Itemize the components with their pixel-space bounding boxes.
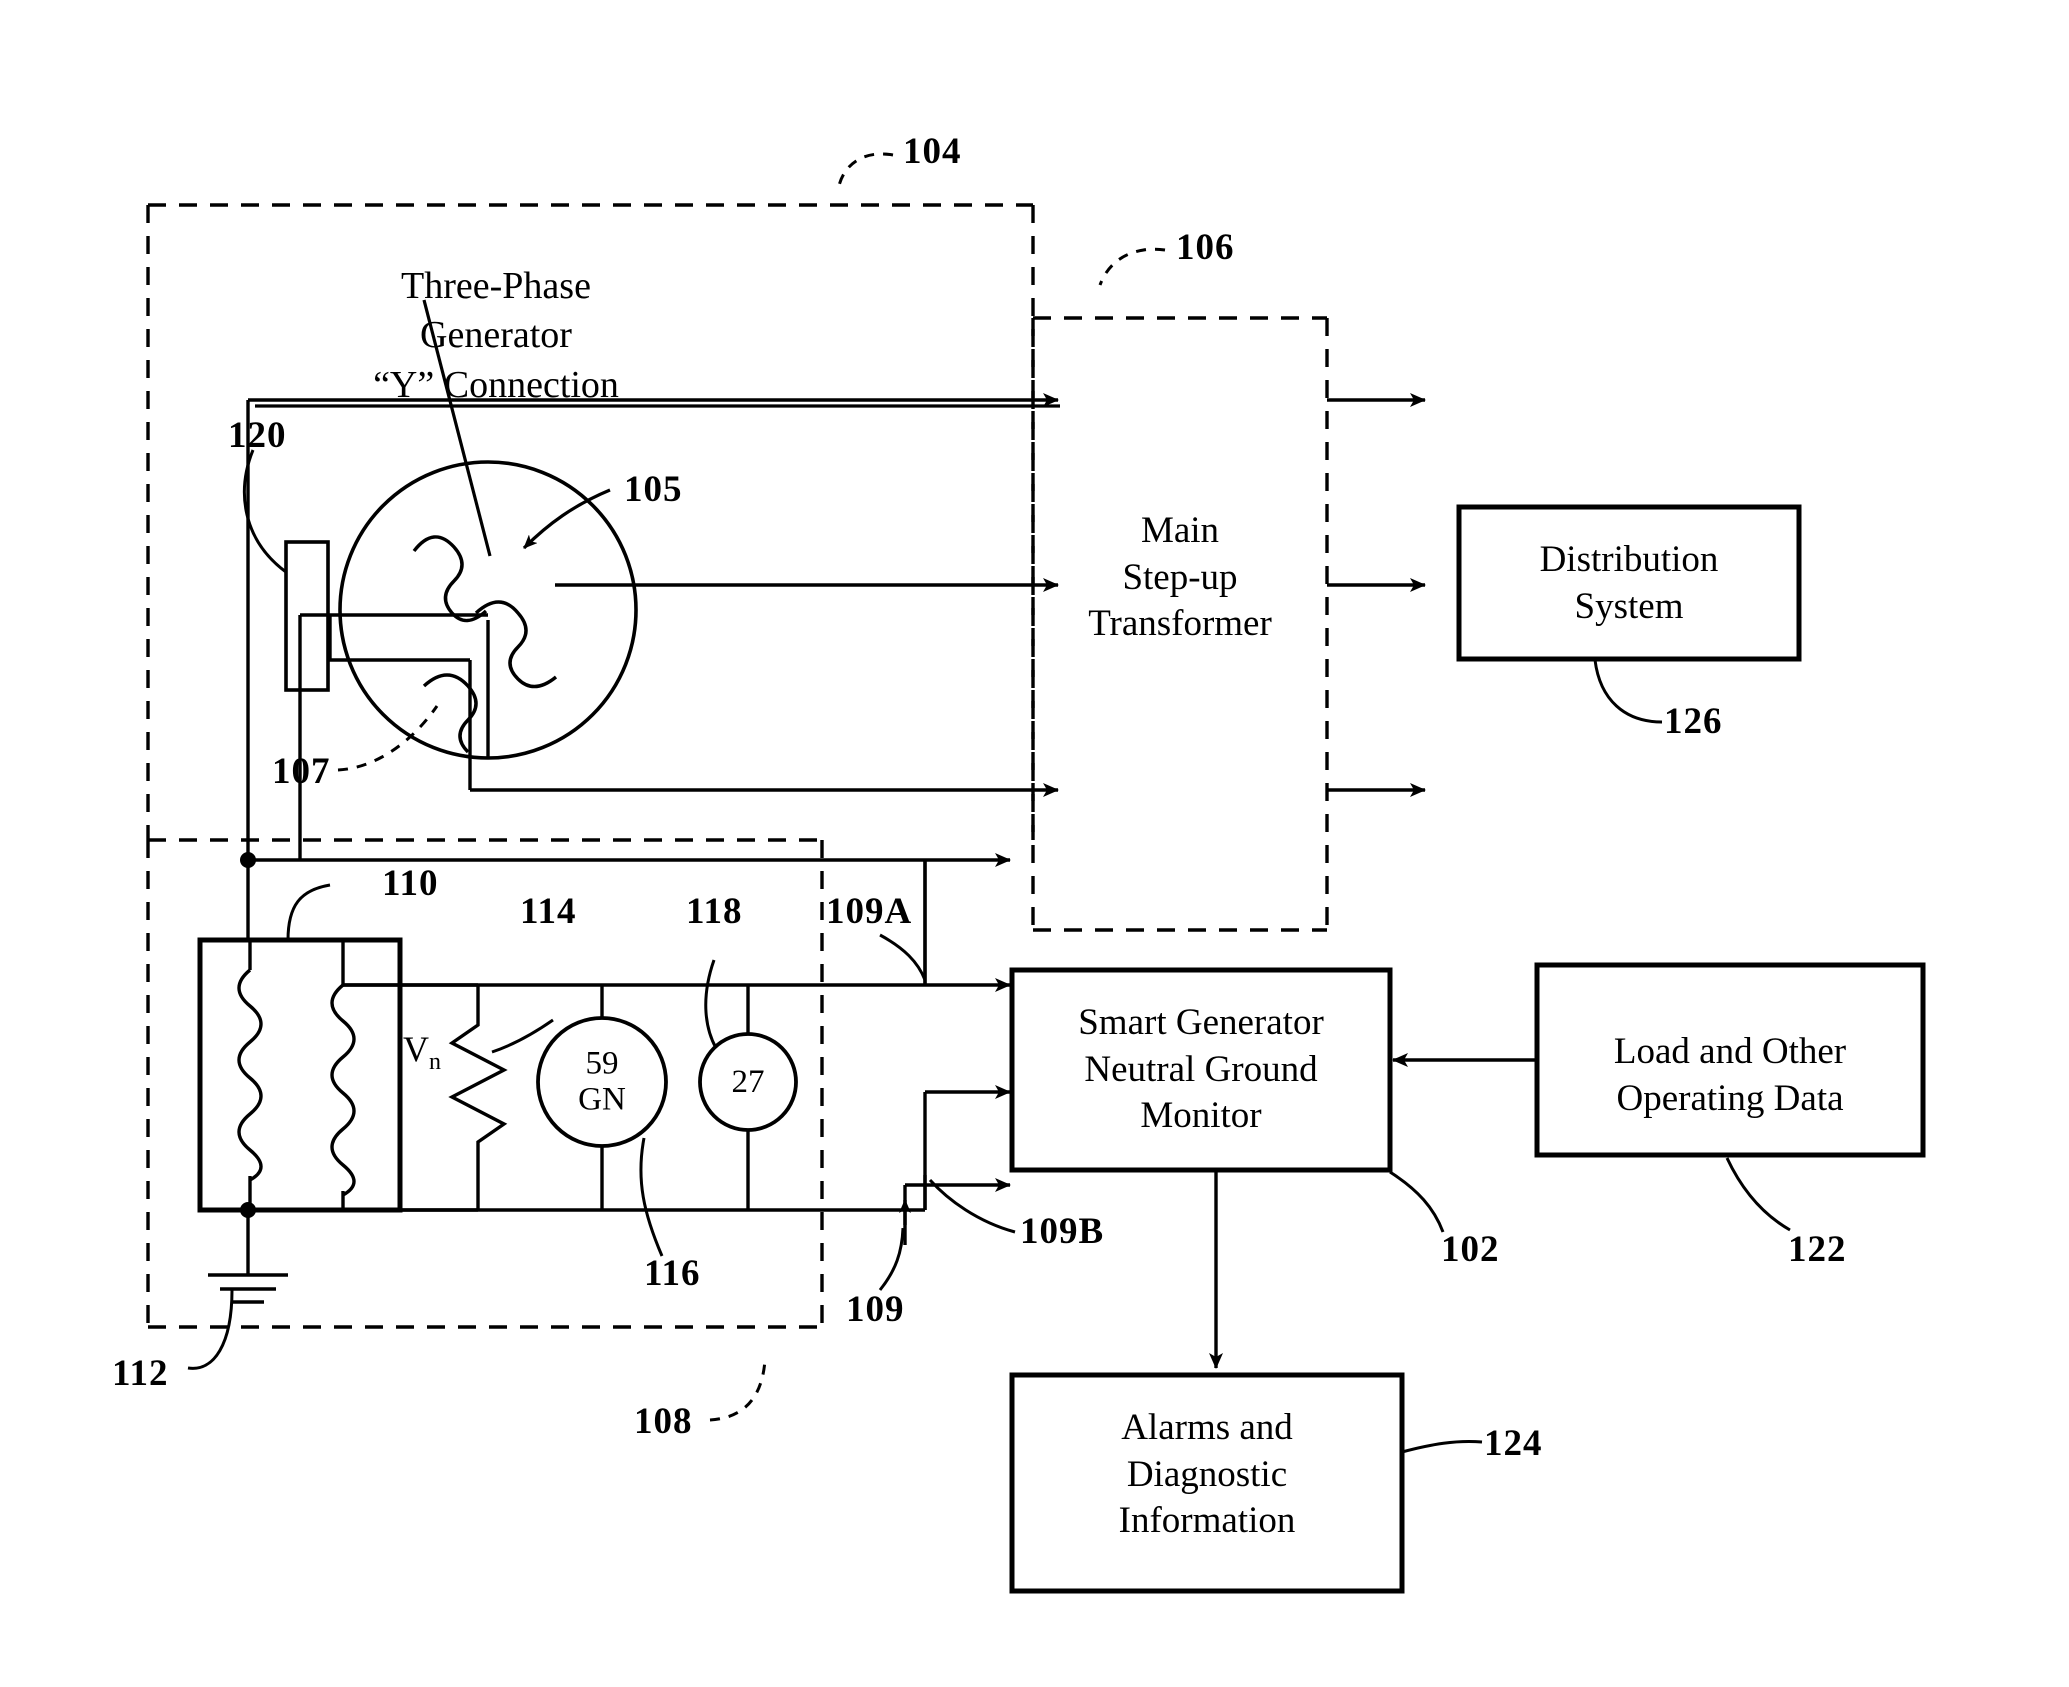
schematic-canvas xyxy=(146,152,1926,1594)
neutral-bus xyxy=(246,620,927,985)
ref-leader-107 xyxy=(337,705,439,772)
monitor-line2: Neutral Ground xyxy=(1084,1048,1318,1090)
ref-107-label: 107 xyxy=(272,751,331,792)
distribution-system-label: Distribution System xyxy=(1540,537,1719,630)
signal-109A-bundle xyxy=(923,853,1011,992)
monitor-label: Smart Generator Neutral Ground Monitor xyxy=(1078,1000,1324,1140)
alarms-line3: Information xyxy=(1118,1500,1296,1542)
ref-leader-108 xyxy=(709,1359,767,1422)
ref-118-label: 118 xyxy=(686,891,743,932)
ref-109A-label: 109A xyxy=(826,891,913,932)
ref-leader-109 xyxy=(878,1227,905,1291)
ref-109-label: 109 xyxy=(846,1289,905,1330)
ref-leader-114 xyxy=(491,1018,554,1054)
relay-27-label: 27 xyxy=(732,1064,765,1100)
ground-symbol-112 xyxy=(208,1210,288,1304)
generator-title-line3: “Y” Connection xyxy=(373,363,619,406)
transformer-line1: Main xyxy=(1140,510,1220,551)
transformer-primary-coil xyxy=(237,968,263,1182)
ref-120-label: 120 xyxy=(228,415,287,456)
relay-59gn-line1: 59 xyxy=(585,1045,619,1082)
ref-leader-120 xyxy=(242,449,287,574)
monitor-line1: Smart Generator xyxy=(1078,1002,1324,1043)
vn-sub: n xyxy=(429,1049,441,1076)
ref-122-label: 122 xyxy=(1788,1229,1847,1270)
neutral-junction-dot xyxy=(240,852,256,868)
ref-114-label: 114 xyxy=(520,891,577,932)
neutral-resistor-114 xyxy=(448,985,508,1210)
transformer-connection-wires xyxy=(248,938,478,1212)
ground-junction-dot xyxy=(240,1202,256,1218)
ref-124-label: 124 xyxy=(1484,1423,1543,1464)
generator-title-line1: Three-Phase xyxy=(401,265,591,307)
transformer-line2: Step-up xyxy=(1122,556,1238,598)
generator-terminal-risers xyxy=(246,400,472,790)
ref-102-label: 102 xyxy=(1441,1229,1500,1270)
distribution-line1: Distribution xyxy=(1539,539,1719,580)
ref-leader-109B xyxy=(928,1178,1016,1234)
neutral-resistor-label: Vn xyxy=(403,1028,441,1076)
ref-leader-104 xyxy=(836,152,894,191)
ref-102-label-104: 104 xyxy=(903,131,962,172)
ref-105-label: 105 xyxy=(624,469,683,510)
ref-leader-110 xyxy=(286,883,331,941)
ref-leader-105 xyxy=(522,488,611,550)
relay-59gn-label: 59 GN xyxy=(578,1046,626,1119)
load-line2: Operating Data xyxy=(1616,1077,1844,1119)
ref-leader-102 xyxy=(1389,1170,1445,1233)
generator-windings-105 xyxy=(412,535,558,754)
vn-main: V xyxy=(403,1028,429,1069)
ref-109B-label: 109B xyxy=(1020,1211,1105,1252)
ref-108-label: 108 xyxy=(634,1401,693,1442)
distribution-line2: System xyxy=(1574,585,1684,627)
secondary-bus-rails xyxy=(343,983,925,1212)
monitor-line3: Monitor xyxy=(1140,1095,1262,1137)
generator-title-line2: Generator xyxy=(420,314,572,357)
ref-leader-126 xyxy=(1593,659,1663,724)
ref-leader-116 xyxy=(639,1137,664,1257)
ref-leader-124 xyxy=(1401,1440,1483,1454)
ref-leader-112 xyxy=(187,1289,234,1370)
grounding-transformer-core xyxy=(197,937,403,1213)
ref-126-label: 126 xyxy=(1664,701,1723,742)
generator-title: Three-Phase Generator “Y” Connection xyxy=(373,262,619,410)
transformer-secondary-coil xyxy=(330,983,356,1197)
alarms-line1: Alarms and xyxy=(1121,1407,1293,1448)
ref-leader-118 xyxy=(704,959,718,1049)
ref-110-label: 110 xyxy=(382,863,439,904)
alarms-line2: Diagnostic xyxy=(1126,1453,1288,1495)
ref-116-label: 116 xyxy=(644,1253,701,1294)
main-step-up-transformer-label: Main Step-up Transformer xyxy=(1088,508,1272,648)
ref-106-label: 106 xyxy=(1176,227,1235,268)
load-data-label: Load and Other Operating Data xyxy=(1614,1029,1846,1122)
load-line1: Load and Other xyxy=(1613,1031,1847,1072)
patent-figure: Three-Phase Generator “Y” Connection Mai… xyxy=(0,0,2069,1687)
transformer-line3: Transformer xyxy=(1088,603,1272,645)
ref-112-label: 112 xyxy=(112,1353,169,1394)
alarms-label: Alarms and Diagnostic Information xyxy=(1119,1405,1296,1545)
relay-59gn-line2: GN xyxy=(578,1082,626,1118)
ref-leader-109A xyxy=(879,933,927,981)
relay-27-line1: 27 xyxy=(731,1063,765,1100)
ref-leader-122 xyxy=(1725,1157,1791,1232)
ref-leader-106 xyxy=(1098,247,1166,286)
